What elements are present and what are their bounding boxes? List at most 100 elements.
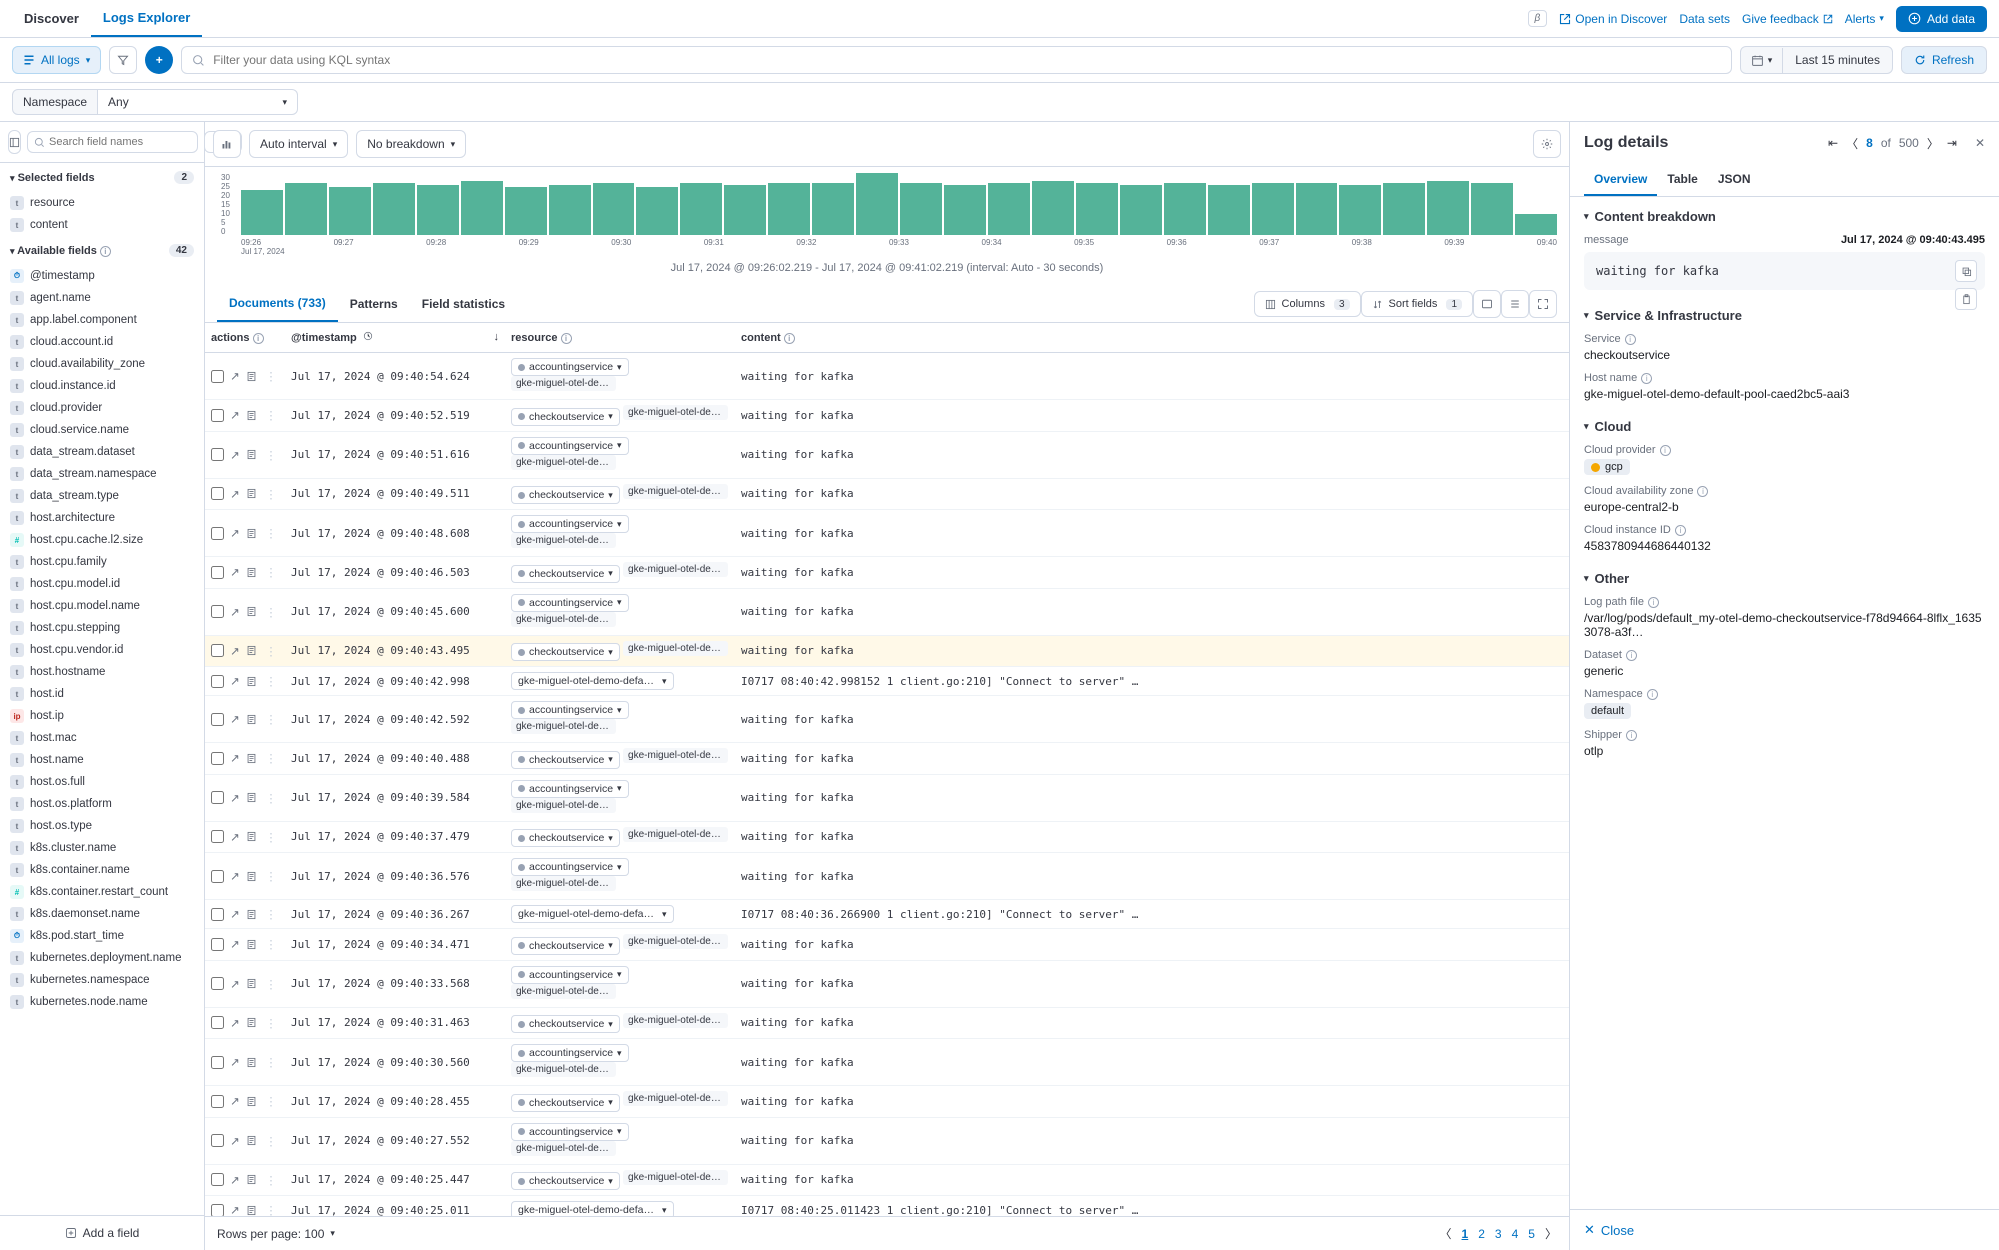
expand-icon[interactable]: ↗: [228, 1016, 242, 1030]
table-row[interactable]: ↗ ⋮ Jul 17, 2024 @ 09:40:34.471 checkout…: [205, 929, 1569, 961]
view-doc-icon[interactable]: [246, 714, 260, 725]
view-doc-icon[interactable]: [246, 449, 260, 460]
resource-badge[interactable]: checkoutservice ▾: [511, 1172, 620, 1190]
resource-badge[interactable]: accountingservice ▾: [511, 1123, 629, 1141]
row-checkbox[interactable]: [211, 409, 224, 422]
give-feedback-link[interactable]: Give feedback: [1742, 12, 1833, 26]
info-icon[interactable]: i: [1697, 486, 1708, 497]
more-actions-icon[interactable]: ⋮: [264, 907, 278, 921]
columns-button[interactable]: Columns 3: [1254, 291, 1361, 317]
more-actions-icon[interactable]: ⋮: [264, 1055, 278, 1069]
expand-icon[interactable]: ↗: [228, 605, 242, 619]
expand-icon[interactable]: ↗: [228, 751, 242, 765]
sort-button[interactable]: Sort fields 1: [1361, 291, 1473, 317]
field-item[interactable]: thost.hostname: [0, 661, 204, 683]
expand-icon[interactable]: ↗: [228, 526, 242, 540]
more-actions-icon[interactable]: ⋮: [264, 448, 278, 462]
nav-prev-button[interactable]: 〈: [1846, 135, 1858, 152]
histogram-bar[interactable]: [1252, 183, 1294, 235]
info-icon[interactable]: i: [253, 333, 264, 344]
view-doc-icon[interactable]: [246, 606, 260, 617]
histogram-bar[interactable]: [724, 185, 766, 235]
resource-badge[interactable]: checkoutservice ▾: [511, 937, 620, 955]
histogram-chart[interactable]: 302520151050: [217, 173, 1557, 235]
sort-desc-icon[interactable]: ↓: [494, 331, 500, 343]
nav-next-button[interactable]: 〉: [1927, 135, 1939, 152]
pager-page[interactable]: 2: [1478, 1227, 1485, 1241]
expand-icon[interactable]: ↗: [228, 791, 242, 805]
table-row[interactable]: ↗ ⋮ Jul 17, 2024 @ 09:40:25.447 checkout…: [205, 1164, 1569, 1196]
more-actions-icon[interactable]: ⋮: [264, 1173, 278, 1187]
view-doc-icon[interactable]: [246, 939, 260, 950]
more-actions-icon[interactable]: ⋮: [264, 408, 278, 422]
field-item[interactable]: ⏱k8s.pod.start_time: [0, 925, 204, 947]
resource-badge[interactable]: checkoutservice ▾: [511, 643, 620, 661]
expand-icon[interactable]: ↗: [228, 937, 242, 951]
table-row[interactable]: ↗ ⋮ Jul 17, 2024 @ 09:40:27.552 accounti…: [205, 1117, 1569, 1164]
clipboard-icon[interactable]: [1955, 288, 1977, 310]
table-row[interactable]: ↗ ⋮ Jul 17, 2024 @ 09:40:37.479 checkout…: [205, 821, 1569, 853]
view-doc-icon[interactable]: [246, 871, 260, 882]
row-checkbox[interactable]: [211, 487, 224, 500]
table-row[interactable]: ↗ ⋮ Jul 17, 2024 @ 09:40:36.576 accounti…: [205, 853, 1569, 900]
resource-badge[interactable]: checkoutservice ▾: [511, 829, 620, 847]
view-doc-icon[interactable]: [246, 676, 260, 687]
field-item[interactable]: iphost.ip: [0, 705, 204, 727]
table-row[interactable]: ↗ ⋮ Jul 17, 2024 @ 09:40:45.600 accounti…: [205, 588, 1569, 635]
resource-badge[interactable]: accountingservice ▾: [511, 858, 629, 876]
section-content-breakdown[interactable]: ▾ Content breakdown: [1584, 209, 1985, 224]
expand-icon[interactable]: ↗: [228, 1094, 242, 1108]
field-item[interactable]: thost.cpu.family: [0, 551, 204, 573]
alerts-dropdown[interactable]: Alerts ▾: [1845, 12, 1884, 26]
field-item[interactable]: #host.cpu.cache.l2.size: [0, 529, 204, 551]
info-icon[interactable]: i: [1660, 445, 1671, 456]
field-item[interactable]: tcloud.provider: [0, 397, 204, 419]
histogram-bar[interactable]: [768, 183, 810, 235]
row-checkbox[interactable]: [211, 448, 224, 461]
row-checkbox[interactable]: [211, 830, 224, 843]
expand-icon[interactable]: ↗: [228, 644, 242, 658]
field-item[interactable]: thost.architecture: [0, 507, 204, 529]
kql-search[interactable]: [181, 46, 1732, 74]
row-checkbox[interactable]: [211, 1204, 224, 1217]
field-item[interactable]: tkubernetes.node.name: [0, 991, 204, 1013]
field-item[interactable]: ⏱@timestamp: [0, 265, 204, 287]
flyout-tab-overview[interactable]: Overview: [1584, 164, 1657, 196]
flyout-close-icon[interactable]: ✕: [1975, 136, 1985, 150]
field-item[interactable]: thost.cpu.model.name: [0, 595, 204, 617]
flyout-tab-table[interactable]: Table: [1657, 164, 1707, 196]
expand-icon[interactable]: ↗: [228, 448, 242, 462]
tab-documents[interactable]: Documents (733): [217, 286, 338, 322]
resource-badge[interactable]: accountingservice ▾: [511, 780, 629, 798]
resource-badge[interactable]: checkoutservice ▾: [511, 565, 620, 583]
row-checkbox[interactable]: [211, 977, 224, 990]
pager-prev[interactable]: 〈: [1440, 1225, 1452, 1242]
field-item[interactable]: tapp.label.component: [0, 309, 204, 331]
available-fields-header[interactable]: ▾ Available fields i42: [0, 236, 204, 265]
more-actions-icon[interactable]: ⋮: [264, 644, 278, 658]
histogram-bar[interactable]: [593, 183, 635, 235]
histogram-bar[interactable]: [1383, 183, 1425, 235]
histogram-bar[interactable]: [900, 183, 942, 235]
more-actions-icon[interactable]: ⋮: [264, 830, 278, 844]
field-item[interactable]: tcloud.service.name: [0, 419, 204, 441]
table-row[interactable]: ↗ ⋮ Jul 17, 2024 @ 09:40:33.568 accounti…: [205, 960, 1569, 1007]
table-row[interactable]: ↗ ⋮ Jul 17, 2024 @ 09:40:52.519 checkout…: [205, 400, 1569, 432]
field-item[interactable]: tcloud.instance.id: [0, 375, 204, 397]
data-sets-link[interactable]: Data sets: [1679, 12, 1730, 26]
resource-badge[interactable]: gke-miguel-otel-demo-default-pool-caed2b…: [511, 905, 674, 923]
histogram-bar[interactable]: [856, 173, 898, 235]
more-actions-icon[interactable]: ⋮: [264, 1203, 278, 1216]
histogram-bar[interactable]: [1296, 183, 1338, 235]
histogram-bar[interactable]: [373, 183, 415, 235]
histogram-bar[interactable]: [285, 183, 327, 235]
resource-badge[interactable]: accountingservice ▾: [511, 594, 629, 612]
info-icon[interactable]: i: [100, 246, 111, 257]
expand-icon[interactable]: ↗: [228, 369, 242, 383]
histogram-bar[interactable]: [241, 190, 283, 235]
kql-input[interactable]: [213, 53, 1721, 67]
histogram-bar[interactable]: [1515, 214, 1557, 235]
histogram-bar[interactable]: [329, 187, 371, 235]
more-actions-icon[interactable]: ⋮: [264, 791, 278, 805]
row-checkbox[interactable]: [211, 644, 224, 657]
